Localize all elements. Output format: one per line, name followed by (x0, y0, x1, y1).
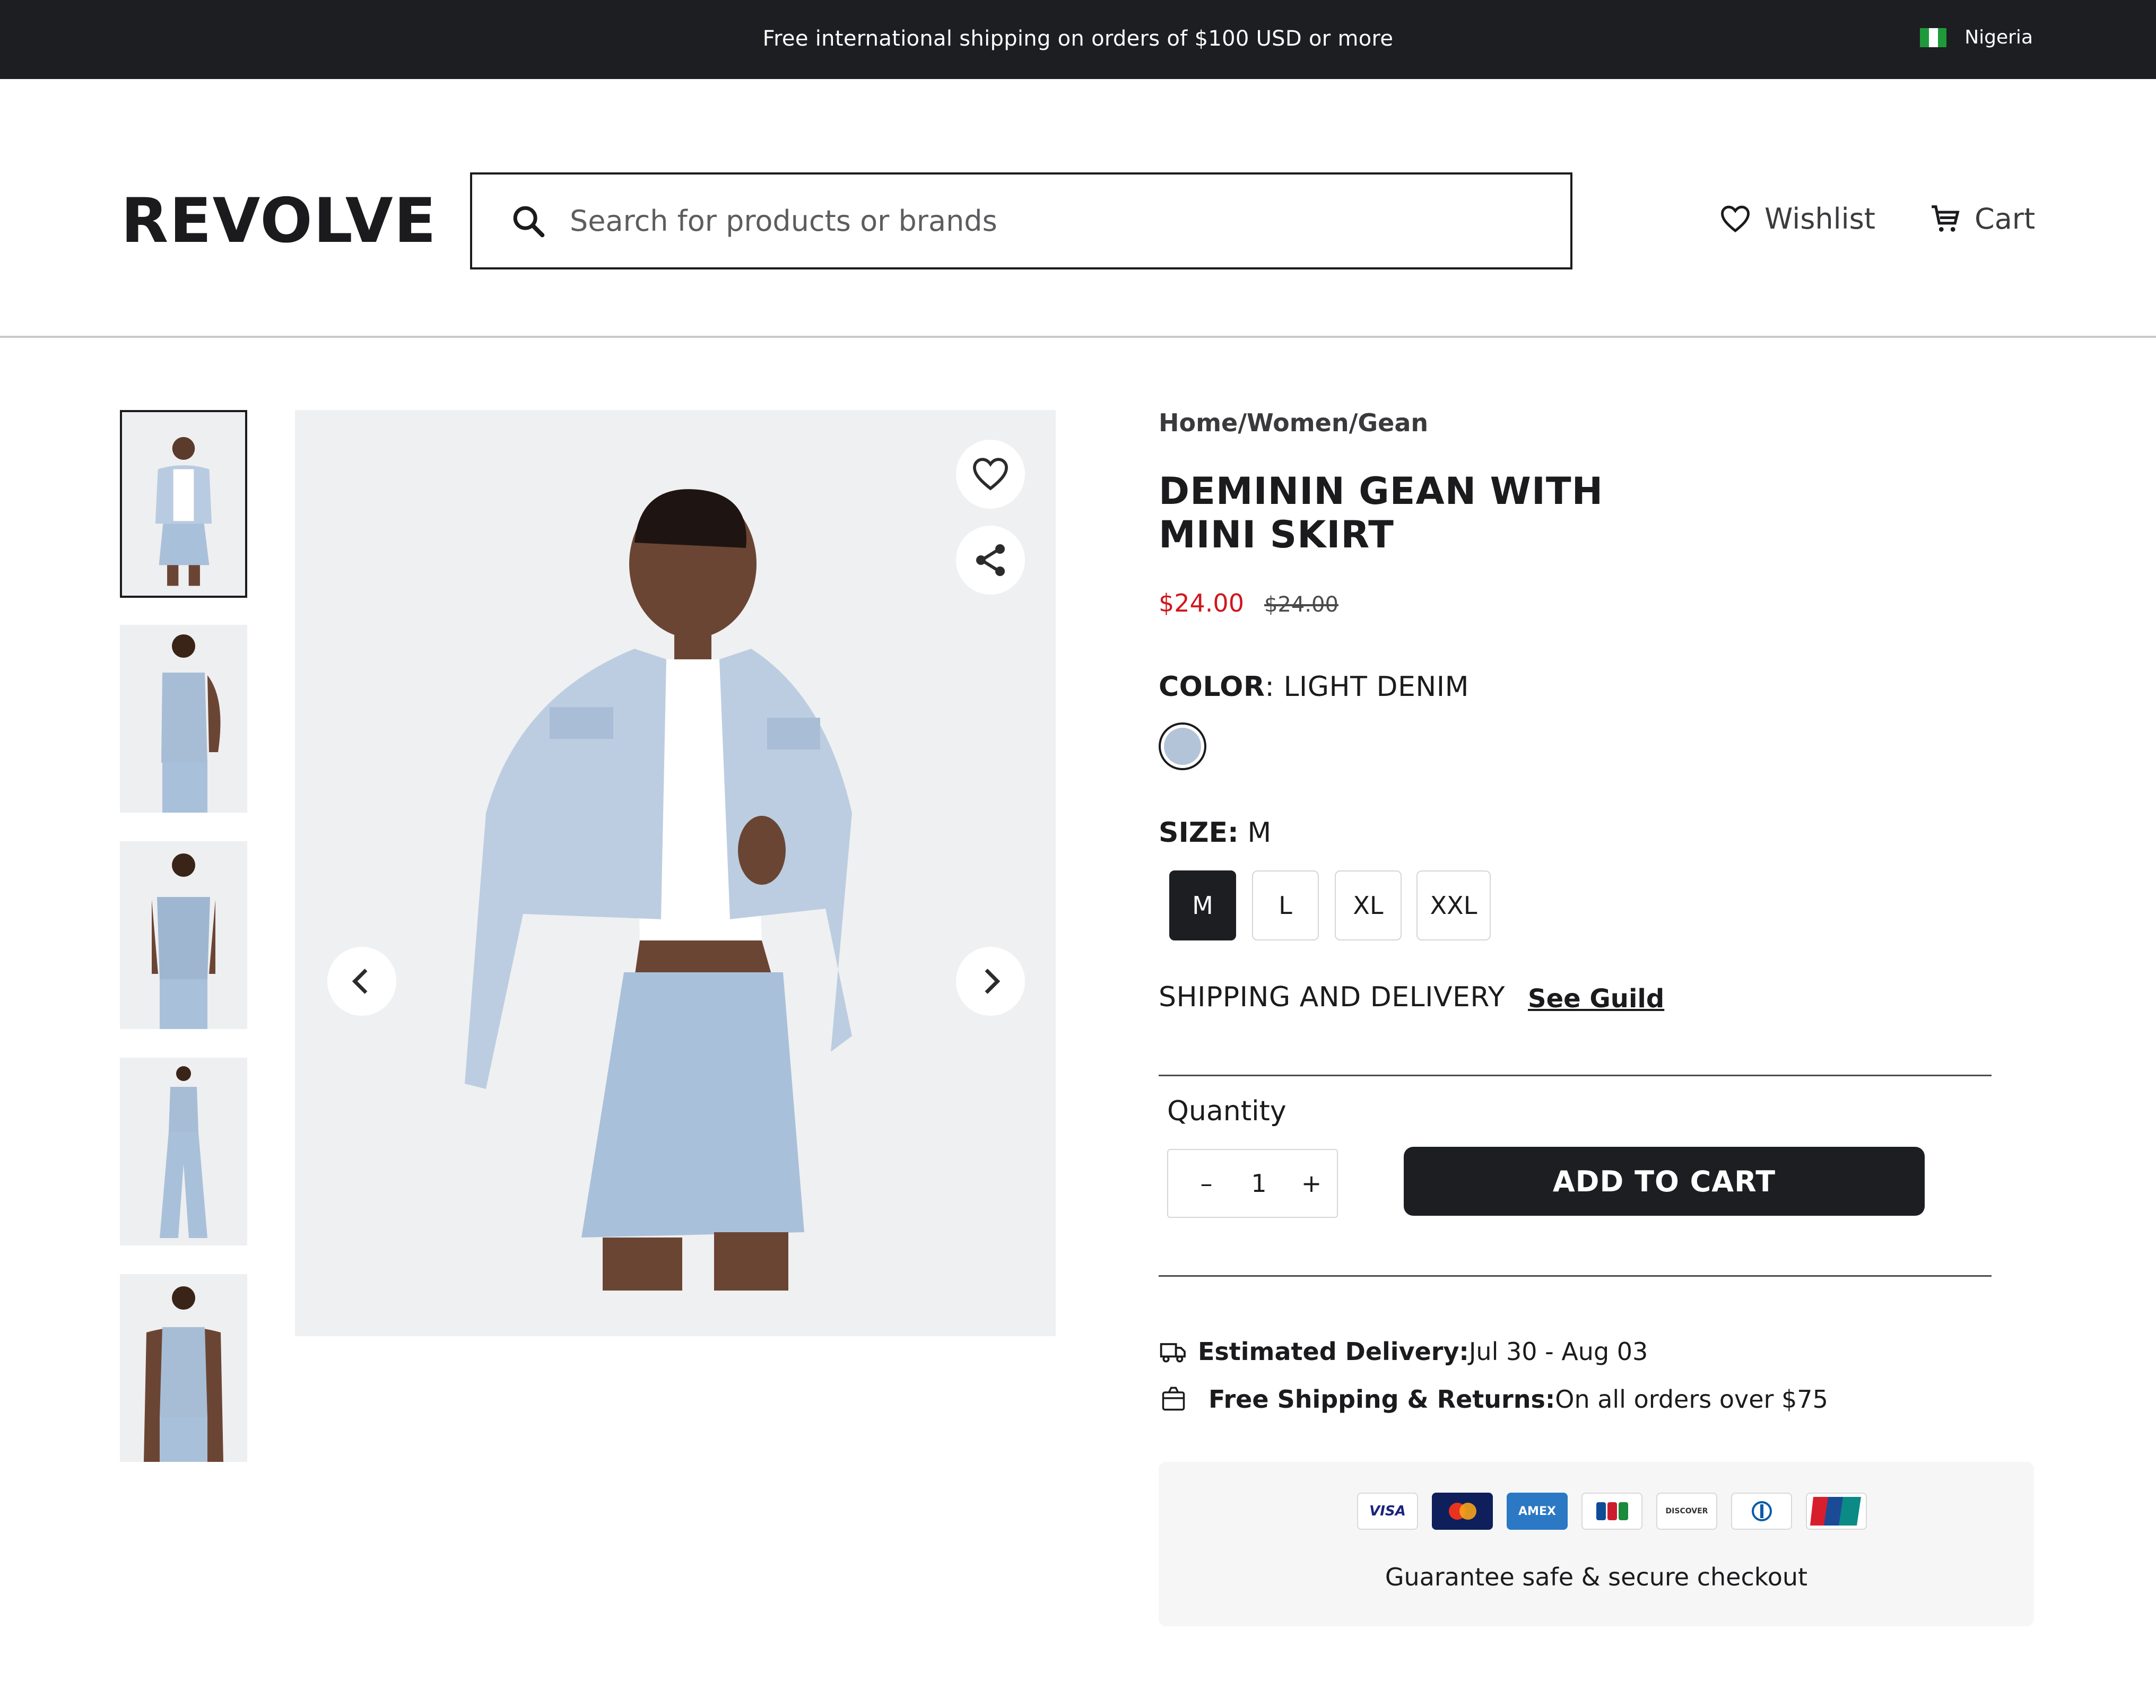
breadcrumb[interactable]: Home/Women/Gean (1159, 408, 1428, 437)
thumbnail-2[interactable] (120, 625, 247, 813)
heart-icon (1721, 205, 1750, 232)
search-icon[interactable] (507, 200, 550, 242)
favorite-button[interactable] (956, 440, 1025, 509)
wishlist-label: Wishlist (1764, 202, 1875, 236)
site-header: REVOLVE Wishlist Cart (0, 79, 2156, 338)
size-option-xl[interactable]: XL (1335, 870, 1402, 940)
diners-club-card-icon (1731, 1493, 1792, 1530)
search-bar[interactable] (470, 172, 1572, 269)
wishlist-link[interactable]: Wishlist (1719, 202, 1875, 236)
share-button[interactable] (956, 526, 1025, 595)
heart-icon (973, 458, 1008, 491)
color-value: : LIGHT DENIM (1265, 671, 1469, 703)
chevron-left-icon (352, 969, 368, 994)
chevron-right-icon (985, 969, 1001, 994)
color-label: COLOR: LIGHT DENIM (1159, 671, 1469, 703)
size-option-xxl[interactable]: XXL (1416, 870, 1491, 940)
quantity-stepper: – 1 + (1167, 1149, 1338, 1218)
search-input[interactable] (570, 204, 1472, 238)
thumbnail-4[interactable] (120, 1058, 247, 1245)
quantity-decrease-button[interactable]: – (1195, 1169, 1218, 1198)
cart-icon (1932, 205, 1960, 232)
thumbnail-1[interactable] (120, 410, 247, 598)
next-image-button[interactable] (956, 947, 1025, 1016)
size-option-l[interactable]: L (1252, 870, 1319, 940)
quantity-label: Quantity (1167, 1095, 1286, 1127)
divider-top (1159, 1075, 1992, 1076)
main-product-image (295, 410, 1056, 1336)
announcement-bar: Free international shipping on orders of… (0, 0, 2156, 79)
original-price: $24.00 (1264, 592, 1338, 617)
cart-label: Cart (1975, 202, 2036, 236)
secure-checkout-box: VISA AMEX DISCOVER Guarantee safe & secu… (1159, 1462, 2034, 1626)
estimated-delivery: Estimated Delivery: Jul 30 - Aug 03 (1159, 1337, 1648, 1366)
product-photo (295, 410, 1056, 1336)
see-guide-link[interactable]: See Guild (1528, 984, 1664, 1014)
previous-image-button[interactable] (327, 947, 396, 1016)
secure-checkout-text: Guarantee safe & secure checkout (1385, 1563, 1808, 1591)
free-shipping-label: Free Shipping & Returns: (1209, 1385, 1555, 1414)
size-option-m[interactable]: M (1169, 870, 1236, 940)
shipping-and-delivery-label: SHIPPING AND DELIVERY (1159, 981, 1505, 1013)
free-shipping-value: On all orders over $75 (1555, 1385, 1828, 1414)
estimated-delivery-value: Jul 30 - Aug 03 (1468, 1337, 1648, 1366)
size-value: M (1238, 817, 1272, 849)
shipping-announcement: Free international shipping on orders of… (762, 27, 1394, 51)
product-title: DEMININ GEAN WITH MINI SKIRT (1159, 469, 1604, 556)
nigeria-flag-icon (1920, 28, 1947, 47)
free-shipping-returns: Free Shipping & Returns: On all orders o… (1159, 1384, 1828, 1414)
cart-link[interactable]: Cart (1929, 202, 2035, 236)
size-label: SIZE: M (1159, 817, 1272, 849)
share-icon (976, 544, 1005, 576)
jcb-card-icon (1581, 1493, 1642, 1530)
quantity-increase-button[interactable]: + (1300, 1169, 1323, 1198)
add-to-cart-button[interactable]: ADD TO CART (1404, 1147, 1925, 1216)
country-selector[interactable]: Nigeria (1920, 27, 2033, 48)
price-row: $24.00 $24.00 (1159, 589, 1338, 617)
quantity-value[interactable]: 1 (1238, 1169, 1280, 1198)
swatch-fill (1164, 728, 1201, 765)
mastercard-icon (1432, 1493, 1493, 1530)
sale-price: $24.00 (1159, 589, 1244, 617)
unionpay-card-icon (1806, 1493, 1867, 1530)
payment-methods: VISA AMEX DISCOVER (1357, 1493, 1867, 1530)
divider-bottom (1159, 1275, 1992, 1277)
package-icon (1159, 1384, 1188, 1414)
thumbnail-5[interactable] (120, 1274, 247, 1462)
amex-card-icon: AMEX (1507, 1493, 1568, 1530)
estimated-delivery-label: Estimated Delivery: (1198, 1337, 1469, 1366)
revolve-logo[interactable]: REVOLVE (121, 185, 437, 257)
country-label: Nigeria (1964, 27, 2033, 48)
delivery-truck-icon (1159, 1337, 1188, 1366)
visa-card-icon: VISA (1357, 1493, 1418, 1530)
color-swatch-light-denim[interactable] (1159, 722, 1206, 770)
thumbnail-3[interactable] (120, 841, 247, 1029)
discover-card-icon: DISCOVER (1656, 1493, 1717, 1530)
